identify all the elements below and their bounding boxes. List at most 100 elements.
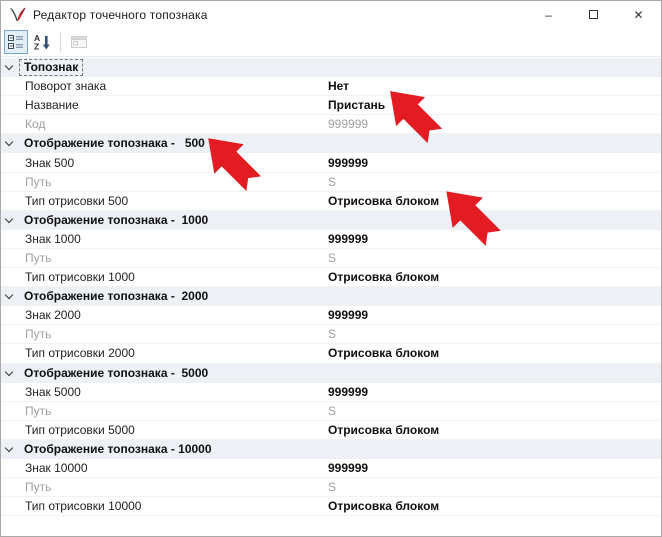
category-label: Отображение топознака - 500 (19, 135, 210, 152)
property-value[interactable]: Отрисовка блоком (326, 499, 661, 513)
property-row[interactable]: Знак 1000999999 (1, 230, 661, 249)
property-row[interactable]: ПутьS (1, 249, 661, 268)
property-value[interactable]: Отрисовка блоком (326, 346, 661, 360)
row-gutter (1, 344, 19, 362)
property-value[interactable]: 999999 (326, 156, 661, 170)
chevron-down-icon[interactable] (5, 367, 13, 375)
property-name: Знак 10000 (19, 461, 326, 475)
category-label: Отображение топознака - 5000 (19, 365, 213, 382)
property-row[interactable]: ПутьS (1, 325, 661, 344)
categorized-view-icon (7, 33, 25, 51)
property-value[interactable]: S (326, 404, 661, 418)
row-gutter (1, 77, 19, 95)
category-gutter (1, 211, 19, 230)
property-value[interactable]: Отрисовка блоком (326, 194, 661, 208)
property-row[interactable]: Знак 10000999999 (1, 459, 661, 478)
property-row[interactable]: Тип отрисовки 2000Отрисовка блоком (1, 344, 661, 363)
chevron-down-icon[interactable] (5, 291, 13, 299)
minimize-icon: – (545, 8, 552, 22)
property-row[interactable]: ПутьS (1, 402, 661, 421)
property-name: Знак 2000 (19, 308, 326, 322)
minimize-button[interactable]: – (526, 1, 571, 28)
property-row[interactable]: НазваниеПристань (1, 96, 661, 115)
property-value[interactable]: Нет (326, 79, 661, 93)
category-gutter (1, 58, 19, 77)
property-name: Путь (19, 251, 326, 265)
property-value[interactable]: Отрисовка блоком (326, 270, 661, 284)
app-logo-icon (9, 6, 26, 23)
property-row[interactable]: Знак 5000999999 (1, 383, 661, 402)
row-gutter (1, 497, 19, 515)
chevron-down-icon[interactable] (5, 62, 13, 70)
row-gutter (1, 459, 19, 477)
app-window: { "window": { "title": "Редактор точечно… (0, 0, 662, 537)
property-row[interactable]: ПутьS (1, 173, 661, 192)
row-gutter (1, 153, 19, 171)
property-value[interactable]: Пристань (326, 98, 661, 112)
category-row[interactable]: Отображение топознака - 500 (1, 134, 661, 153)
property-row[interactable]: Тип отрисовки 5000Отрисовка блоком (1, 421, 661, 440)
row-gutter (1, 230, 19, 248)
maximize-button[interactable] (571, 1, 616, 28)
row-gutter (1, 96, 19, 114)
property-name: Путь (19, 327, 326, 341)
property-row[interactable]: Поворот знакаНет (1, 77, 661, 96)
maximize-icon (589, 10, 598, 19)
toolbar: A Z (1, 28, 661, 57)
property-value[interactable]: 999999 (326, 117, 661, 131)
row-gutter (1, 268, 19, 286)
property-name: Тип отрисовки 2000 (19, 346, 326, 360)
property-value[interactable]: S (326, 327, 661, 341)
category-row[interactable]: Отображение топознака - 10000 (1, 440, 661, 459)
alphabetical-sort-button[interactable]: A Z (30, 30, 54, 54)
category-gutter (1, 440, 19, 459)
category-row[interactable]: Отображение топознака - 1000 (1, 211, 661, 230)
row-gutter (1, 306, 19, 324)
property-name: Тип отрисовки 10000 (19, 499, 326, 513)
chevron-down-icon[interactable] (5, 215, 13, 223)
property-name: Знак 5000 (19, 385, 326, 399)
property-value[interactable]: S (326, 251, 661, 265)
category-row[interactable]: Отображение топознака - 2000 (1, 287, 661, 306)
row-gutter (1, 478, 19, 496)
row-gutter (1, 421, 19, 439)
category-label: Отображение топознака - 2000 (19, 288, 213, 305)
property-row[interactable]: Знак 2000999999 (1, 306, 661, 325)
category-gutter (1, 287, 19, 306)
close-button[interactable]: ✕ (616, 1, 661, 28)
category-row[interactable]: Отображение топознака - 5000 (1, 364, 661, 383)
property-value[interactable]: 999999 (326, 308, 661, 322)
category-row[interactable]: Топознак (1, 58, 661, 77)
property-name: Тип отрисовки 5000 (19, 423, 326, 437)
property-value[interactable]: S (326, 480, 661, 494)
property-row[interactable]: Тип отрисовки 1000Отрисовка блоком (1, 268, 661, 287)
property-name: Путь (19, 175, 326, 189)
alphabetical-sort-icon: A Z (33, 33, 51, 51)
property-value[interactable]: S (326, 175, 661, 189)
property-value[interactable]: 999999 (326, 461, 661, 475)
property-name: Название (19, 98, 326, 112)
property-row[interactable]: Тип отрисовки 500Отрисовка блоком (1, 192, 661, 211)
categorized-view-button[interactable] (4, 30, 28, 54)
category-gutter (1, 134, 19, 153)
row-gutter (1, 115, 19, 133)
category-label: Отображение топознака - 1000 (19, 212, 213, 229)
property-row[interactable]: Код999999 (1, 115, 661, 134)
property-name: Тип отрисовки 500 (19, 194, 326, 208)
property-row[interactable]: Знак 500999999 (1, 153, 661, 172)
chevron-down-icon[interactable] (5, 444, 13, 452)
property-value[interactable]: 999999 (326, 385, 661, 399)
category-label: Отображение топознака - 10000 (19, 441, 217, 458)
row-gutter (1, 325, 19, 343)
chevron-down-icon[interactable] (5, 138, 13, 146)
property-row[interactable]: ПутьS (1, 478, 661, 497)
property-pages-button[interactable] (67, 30, 91, 54)
property-value[interactable]: 999999 (326, 232, 661, 246)
property-name: Тип отрисовки 1000 (19, 270, 326, 284)
row-gutter (1, 249, 19, 267)
property-value[interactable]: Отрисовка блоком (326, 423, 661, 437)
property-name: Знак 500 (19, 156, 326, 170)
row-gutter (1, 402, 19, 420)
category-gutter (1, 364, 19, 383)
property-row[interactable]: Тип отрисовки 10000Отрисовка блоком (1, 497, 661, 516)
